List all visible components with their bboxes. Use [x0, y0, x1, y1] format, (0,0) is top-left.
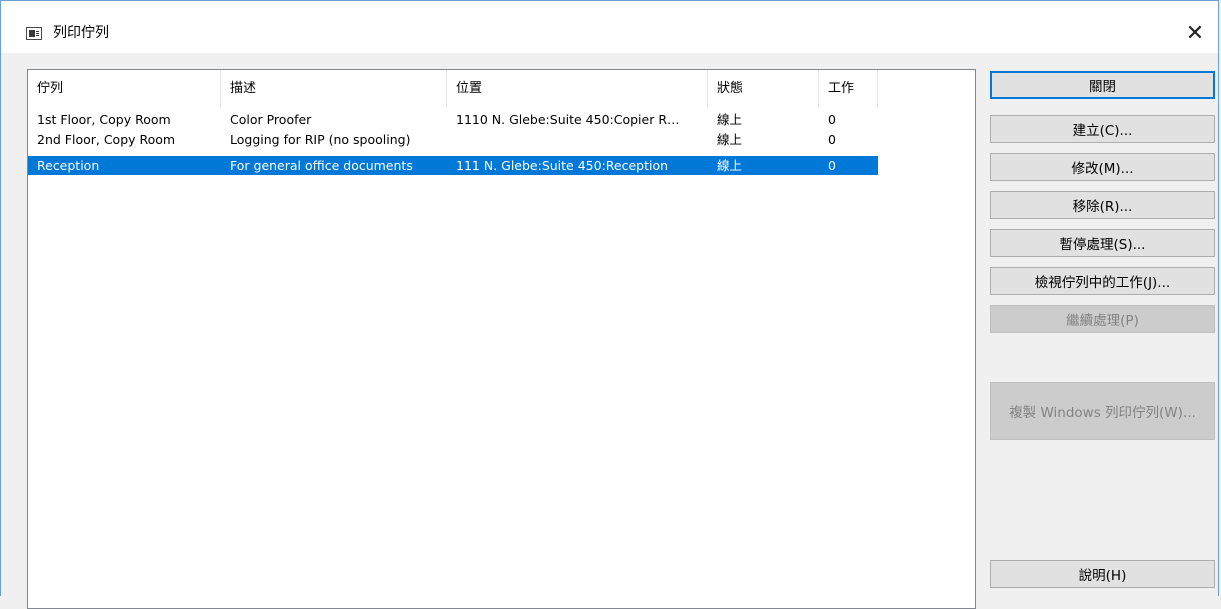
column-header-description[interactable]: 描述 [221, 70, 447, 107]
close-window-button[interactable]: ✕ [1172, 15, 1218, 51]
copy-windows-queue-button[interactable]: 複製 Windows 列印佇列(W)... [990, 382, 1215, 440]
column-header-location[interactable]: 位置 [447, 70, 708, 107]
column-header-queue[interactable]: 佇列 [28, 70, 221, 107]
cell-description: Logging for RIP (no spooling) [230, 132, 411, 147]
table-row[interactable]: 2nd Floor, Copy Room Logging for RIP (no… [28, 130, 878, 149]
cell-queue: 2nd Floor, Copy Room [37, 132, 176, 147]
cell-location: 111 N. Glebe:Suite 450:Reception [456, 158, 669, 173]
cell-status: 線上 [717, 112, 743, 127]
cell-queue: Reception [37, 158, 100, 173]
cell-jobs: 0 [828, 158, 836, 173]
cell-location: 1110 N. Glebe:Suite 450:Copier R… [456, 112, 680, 127]
cell-description: Color Proofer [230, 112, 312, 127]
printer-queue-app-icon [26, 27, 42, 40]
pause-processing-button[interactable]: 暫停處理(S)... [990, 229, 1215, 257]
list-header: 佇列 描述 位置 狀態 工作 [28, 70, 975, 107]
cell-status: 線上 [717, 158, 743, 173]
cell-status: 線上 [717, 132, 743, 147]
cell-location [447, 130, 708, 149]
resume-processing-button[interactable]: 繼續處理(P) [990, 305, 1215, 333]
queue-list[interactable]: 佇列 描述 位置 狀態 工作 1st Floor, Copy Room Colo… [27, 69, 976, 609]
table-row[interactable]: 1st Floor, Copy Room Color Proofer 1110 … [28, 110, 878, 129]
cell-queue: 1st Floor, Copy Room [37, 112, 171, 127]
remove-button[interactable]: 移除(R)... [990, 191, 1215, 219]
help-button[interactable]: 說明(H) [990, 560, 1215, 588]
close-button[interactable]: 關閉 [990, 71, 1215, 99]
view-queue-jobs-button[interactable]: 檢視佇列中的工作(J)... [990, 267, 1215, 295]
table-row-selected[interactable]: Reception For general office documents 1… [28, 156, 878, 175]
cell-jobs: 0 [828, 112, 836, 127]
cell-description: For general office documents [230, 158, 413, 173]
window-title: 列印佇列 [53, 25, 109, 41]
column-header-status[interactable]: 狀態 [708, 70, 819, 107]
modify-button[interactable]: 修改(M)... [990, 153, 1215, 181]
create-button[interactable]: 建立(C)... [990, 115, 1215, 143]
print-queues-dialog: 列印佇列 ✕ 佇列 描述 位置 狀態 工作 1st Floor, Copy Ro… [0, 0, 1219, 609]
column-header-jobs[interactable]: 工作 [819, 70, 878, 107]
cell-jobs: 0 [828, 132, 836, 147]
title-bar: 列印佇列 ✕ [1, 1, 1218, 53]
